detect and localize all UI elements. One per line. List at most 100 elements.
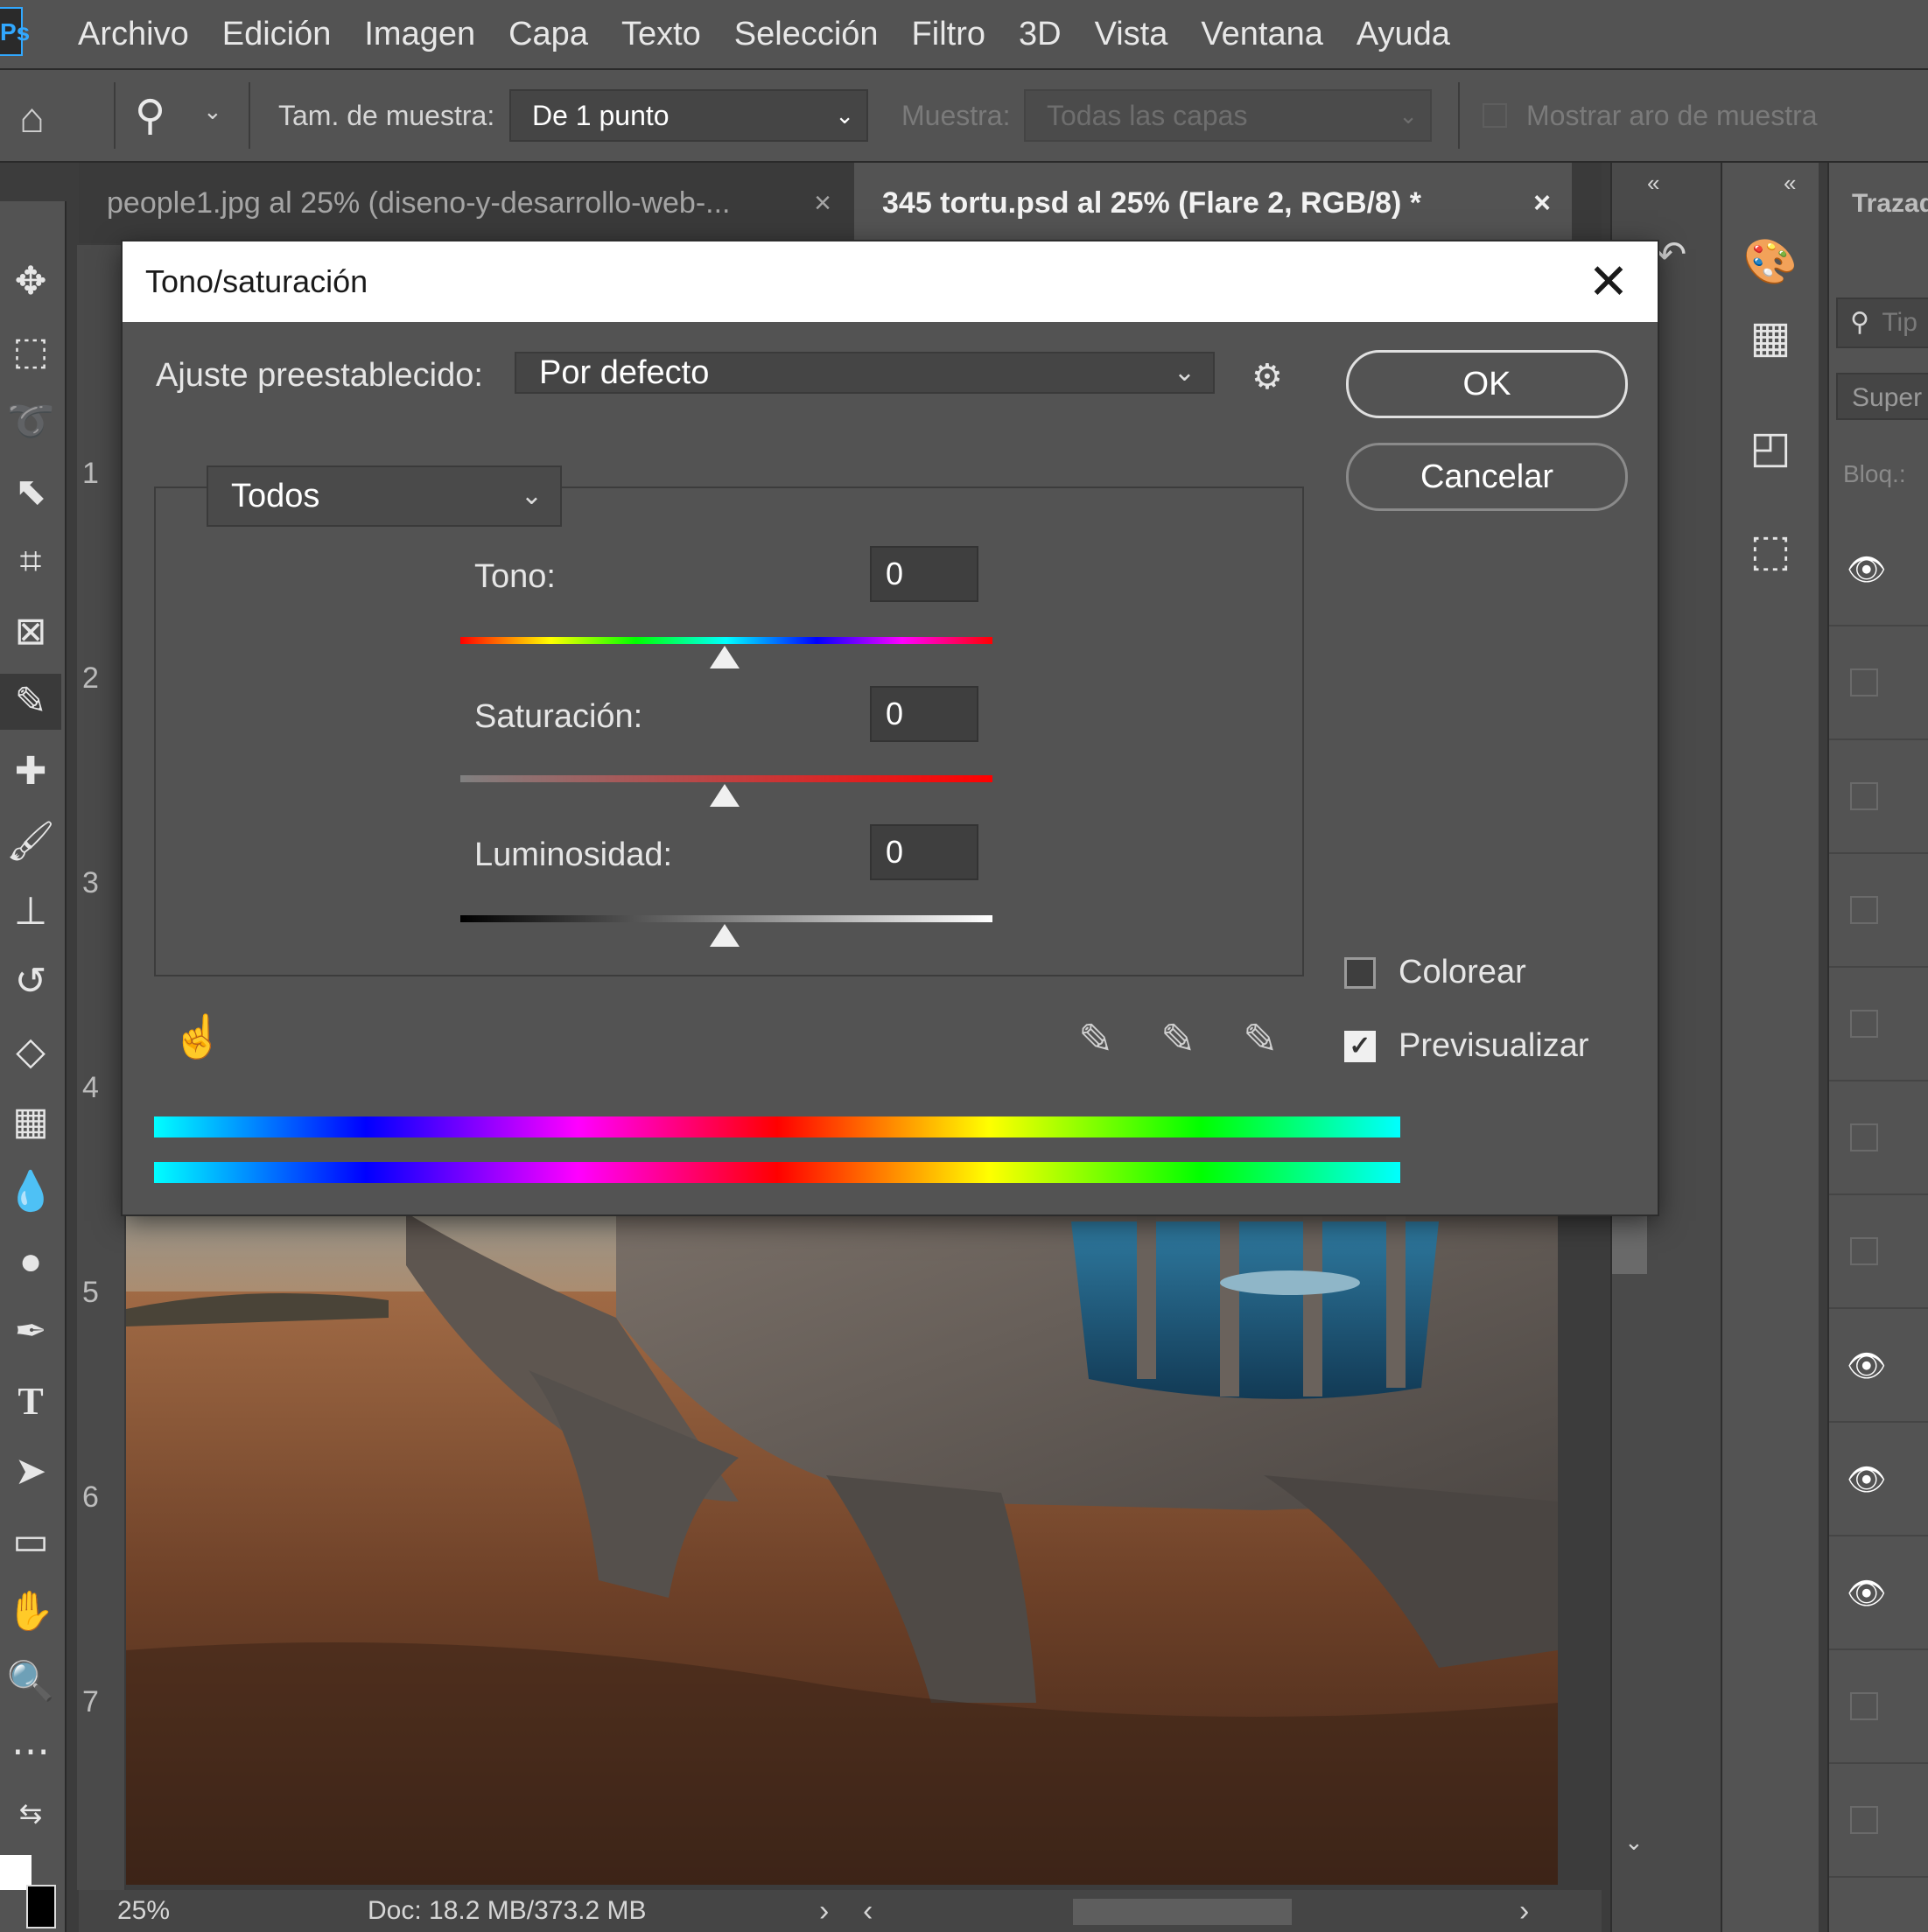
dodge-tool-icon[interactable]: ●: [0, 1234, 61, 1290]
menu-item[interactable]: Archivo: [61, 0, 206, 68]
marquee-tool-icon[interactable]: ⬚: [0, 324, 61, 380]
lightness-slider-thumb[interactable]: [710, 924, 740, 947]
lightness-slider-track[interactable]: [460, 915, 992, 922]
pen-tool-icon[interactable]: ✒: [0, 1304, 61, 1360]
color-palette-icon[interactable]: 🎨: [1722, 236, 1819, 288]
frame-tool-icon[interactable]: ⊠: [0, 604, 61, 660]
close-icon[interactable]: ×: [814, 163, 831, 243]
tab-tortu[interactable]: 345 tortu.psd al 25% (Flare 2, RGB/8) * …: [854, 163, 1572, 243]
clone-stamp-tool-icon[interactable]: ⊥: [0, 884, 61, 940]
photoshop-logo[interactable]: Ps: [0, 7, 30, 56]
type-tool-icon[interactable]: T: [0, 1374, 61, 1430]
eye-icon[interactable]: 👁: [1847, 551, 1887, 587]
layer-filter-search[interactable]: ⚲ Tip: [1836, 298, 1928, 348]
menu-item[interactable]: Selección: [718, 0, 895, 68]
panel-title[interactable]: Trazad: [1852, 189, 1928, 219]
visibility-toggle[interactable]: [1850, 1692, 1878, 1720]
visibility-toggle[interactable]: [1850, 1010, 1878, 1038]
more-tools-icon[interactable]: ⋯: [0, 1724, 61, 1780]
layer-row[interactable]: 👁: [1829, 1423, 1928, 1536]
saturation-input[interactable]: 0: [870, 686, 978, 742]
eyedropper-icon[interactable]: ✎: [1078, 1015, 1113, 1064]
blend-mode-select[interactable]: Super: [1836, 373, 1928, 420]
layer-row[interactable]: 👁: [1829, 1309, 1928, 1423]
ok-button[interactable]: OK: [1346, 350, 1628, 418]
menu-item[interactable]: Imagen: [347, 0, 492, 68]
layer-row[interactable]: [1829, 1764, 1928, 1878]
layer-row[interactable]: [1829, 854, 1928, 968]
hue-slider-thumb[interactable]: [710, 646, 740, 668]
libraries-icon[interactable]: ◰: [1722, 422, 1819, 472]
dialog-title-bar[interactable]: Tono/saturación ✕: [123, 242, 1658, 322]
saturation-slider-thumb[interactable]: [710, 784, 740, 807]
layer-row[interactable]: [1829, 626, 1928, 740]
document-canvas[interactable]: [126, 1213, 1558, 1885]
cancel-button[interactable]: Cancelar: [1346, 443, 1628, 511]
lightness-input[interactable]: 0: [870, 824, 978, 880]
zoom-tool-icon[interactable]: 🔍: [0, 1654, 61, 1710]
close-icon[interactable]: ✕: [1582, 256, 1635, 308]
rectangle-tool-icon[interactable]: ▭: [0, 1514, 61, 1570]
blur-tool-icon[interactable]: 💧: [0, 1164, 61, 1220]
layer-row[interactable]: 👁: [1829, 513, 1928, 626]
horizontal-scrollbar[interactable]: [1073, 1899, 1292, 1925]
chevron-left-icon[interactable]: ‹: [863, 1890, 873, 1932]
menu-item[interactable]: Ventana: [1184, 0, 1339, 68]
move-tool-icon[interactable]: ✥: [0, 254, 61, 310]
eyedropper-minus-icon[interactable]: ✎: [1243, 1015, 1278, 1064]
gradient-tool-icon[interactable]: ▦: [0, 1094, 61, 1150]
menu-item[interactable]: Filtro: [895, 0, 1002, 68]
history-icon[interactable]: ↶: [1656, 233, 1686, 276]
hand-tool-icon[interactable]: ✋: [0, 1584, 61, 1640]
healing-brush-tool-icon[interactable]: ✚: [0, 744, 61, 800]
layer-row[interactable]: [1829, 1195, 1928, 1309]
chevron-down-icon[interactable]: ⌄: [1624, 1829, 1644, 1856]
preset-select[interactable]: Por defecto ⌄: [515, 352, 1215, 394]
saturation-slider-track[interactable]: [460, 775, 992, 782]
swap-colors-icon[interactable]: ⇆: [0, 1785, 61, 1841]
history-brush-tool-icon[interactable]: ↺: [0, 954, 61, 1010]
layer-row[interactable]: [1829, 740, 1928, 854]
menu-item[interactable]: 3D: [1002, 0, 1078, 68]
colorize-checkbox[interactable]: [1344, 957, 1376, 989]
chevron-right-icon[interactable]: ›: [819, 1890, 829, 1932]
eyedropper-plus-icon[interactable]: ✎: [1160, 1015, 1195, 1064]
brush-tool-icon[interactable]: 🖌: [0, 814, 61, 870]
sample-select[interactable]: Todas las capas ⌄: [1024, 89, 1432, 142]
visibility-toggle[interactable]: [1850, 896, 1878, 924]
channel-select[interactable]: Todos ⌄: [207, 466, 562, 527]
hue-input[interactable]: 0: [870, 546, 978, 602]
preview-checkbox[interactable]: ✓: [1344, 1031, 1376, 1062]
menu-item[interactable]: Edición: [206, 0, 348, 68]
menu-item[interactable]: Texto: [605, 0, 718, 68]
zoom-level[interactable]: 25%: [117, 1890, 170, 1932]
object-selection-tool-icon[interactable]: ⬉: [0, 464, 61, 520]
chevron-down-icon[interactable]: ⌄: [203, 98, 222, 125]
sample-size-select[interactable]: De 1 punto ⌄: [509, 89, 868, 142]
eyedropper-icon[interactable]: ⚲: [135, 91, 165, 140]
eye-icon[interactable]: 👁: [1847, 1348, 1887, 1383]
layer-row[interactable]: [1829, 968, 1928, 1082]
background-color-swatch[interactable]: [26, 1885, 56, 1928]
chevron-right-icon[interactable]: ›: [1519, 1890, 1529, 1932]
visibility-toggle[interactable]: [1850, 782, 1878, 810]
lasso-tool-icon[interactable]: ➰: [0, 394, 61, 450]
menu-item[interactable]: Ayuda: [1340, 0, 1467, 68]
home-icon[interactable]: ⌂: [19, 94, 45, 143]
close-icon[interactable]: ×: [1533, 163, 1551, 243]
3d-icon[interactable]: ⬚: [1722, 525, 1819, 576]
show-ring-checkbox[interactable]: [1483, 103, 1507, 128]
swatches-grid-icon[interactable]: ▦: [1722, 312, 1819, 362]
layer-row[interactable]: 👁: [1829, 1536, 1928, 1650]
eyedropper-tool-icon[interactable]: ✎: [0, 674, 61, 730]
tab-people1[interactable]: people1.jpg al 25% (diseno-y-desarrollo-…: [79, 163, 852, 243]
hue-slider-track[interactable]: [460, 637, 992, 644]
menu-item[interactable]: Vista: [1078, 0, 1185, 68]
collapse-icon[interactable]: «: [1647, 170, 1659, 197]
layer-row[interactable]: [1829, 1650, 1928, 1764]
menu-item[interactable]: Capa: [492, 0, 605, 68]
eraser-tool-icon[interactable]: ◇: [0, 1024, 61, 1080]
layer-row[interactable]: [1829, 1082, 1928, 1195]
path-selection-tool-icon[interactable]: ➤: [0, 1444, 61, 1500]
collapse-icon[interactable]: «: [1784, 170, 1796, 197]
